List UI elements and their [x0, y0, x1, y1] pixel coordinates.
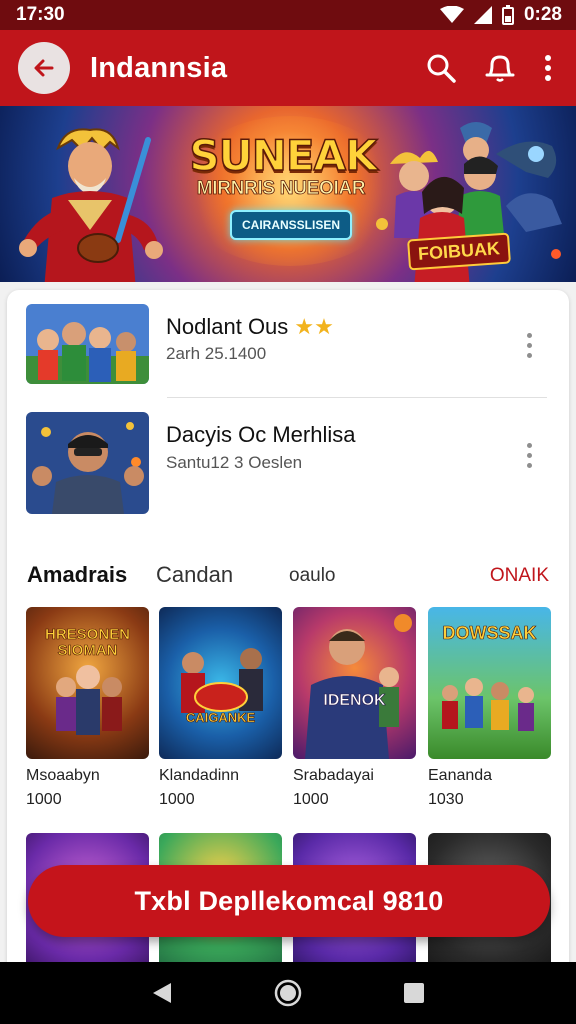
tile-art-label: IDENOK: [323, 692, 386, 709]
system-nav-bar: [0, 962, 576, 1024]
list-item-thumbnail: [26, 304, 149, 384]
status-bar: 17:30 0:28: [0, 0, 576, 30]
tile-image: CAIGANKE: [159, 607, 282, 759]
app-screen: 17:30 0:28 Indannsia SUNEAK MIRNRIS NUEO…: [0, 0, 576, 1024]
category-tabs: Amadrais Candan oaulo ONAIK: [7, 562, 569, 592]
hero-portrait-image: [26, 412, 149, 514]
tile-count: 1030: [428, 791, 464, 808]
grid-tile[interactable]: CAIGANKE Klandadinn 1000: [159, 607, 282, 809]
tile-image: DOWSSAK: [428, 607, 551, 759]
tile-name: Eananda: [428, 767, 493, 784]
signal-icon: [473, 6, 492, 24]
more-vertical-icon[interactable]: [522, 333, 536, 358]
hero-character-left: [19, 128, 163, 282]
tile-count: 1000: [26, 791, 62, 808]
more-vertical-icon[interactable]: [544, 54, 552, 82]
grid-tile[interactable]: HRESONEN SIOMAN Msoaabyn 1000: [26, 607, 149, 809]
banner-pill: CAIRANSSLISEN: [230, 210, 352, 240]
page-title: Indannsia: [90, 51, 228, 84]
banner-title: SUNEAK: [189, 131, 379, 180]
list-item-subtitle: 2arh 25.1400: [166, 344, 267, 363]
tile-image: IDENOK: [293, 607, 416, 759]
promo-banner[interactable]: SUNEAK MIRNRIS NUEOIAR CAIRANSSLISEN FOI…: [0, 106, 576, 282]
more-vertical-icon[interactable]: [522, 443, 536, 468]
nav-back-icon[interactable]: [151, 981, 173, 1005]
notification-bell-icon[interactable]: [484, 53, 516, 83]
app-actions: [426, 53, 552, 83]
star-icon: ★: [294, 314, 315, 339]
tile-count: 1000: [159, 791, 195, 808]
tile-name: Klandadinn: [159, 767, 240, 784]
tile-name: Srabadayai: [293, 767, 374, 784]
tile-art-label: CAIGANKE: [185, 710, 256, 726]
tile-count: 1000: [293, 791, 329, 808]
tile-name: Msoaabyn: [26, 767, 100, 784]
app-bar: Indannsia: [0, 30, 576, 106]
battery-icon: [501, 5, 514, 25]
tab-oaulo[interactable]: oaulo: [289, 565, 336, 587]
list-item-thumbnail: [26, 412, 149, 514]
star-icon: ★: [314, 314, 334, 339]
grid-tile[interactable]: DOWSSAK Eananda 1030: [428, 607, 551, 809]
tab-onaik[interactable]: ONAIK: [490, 565, 549, 587]
list-item-subtitle: Santu12 3 Oeslen: [166, 453, 303, 472]
arrow-left-icon: [34, 59, 54, 77]
primary-action-button[interactable]: Txbl Depllekomcal 9810: [28, 865, 550, 937]
grid-tile[interactable]: IDENOK Srabadayai 1000: [293, 607, 416, 809]
kids-group-image: [26, 304, 149, 384]
wifi-icon: [439, 6, 464, 23]
search-icon[interactable]: [426, 53, 456, 83]
list-divider: [167, 397, 547, 398]
status-time: 17:30: [16, 4, 65, 25]
list-item-title: Nodlant Ous ★★: [166, 314, 334, 339]
nav-home-icon[interactable]: [274, 979, 302, 1007]
battery-time: 0:28: [523, 4, 562, 25]
tab-candan[interactable]: Candan: [156, 562, 233, 588]
status-icons: 0:28: [439, 4, 562, 26]
tab-amadrais[interactable]: Amadrais: [27, 562, 127, 588]
nav-recents-icon[interactable]: [403, 982, 425, 1004]
list-item-title: Dacyis Oc Merhlisa: [166, 422, 356, 447]
banner-subtitle: MIRNRIS NUEOIAR: [196, 178, 366, 200]
tile-image: HRESONEN SIOMAN: [26, 607, 149, 759]
back-button[interactable]: [18, 42, 70, 94]
